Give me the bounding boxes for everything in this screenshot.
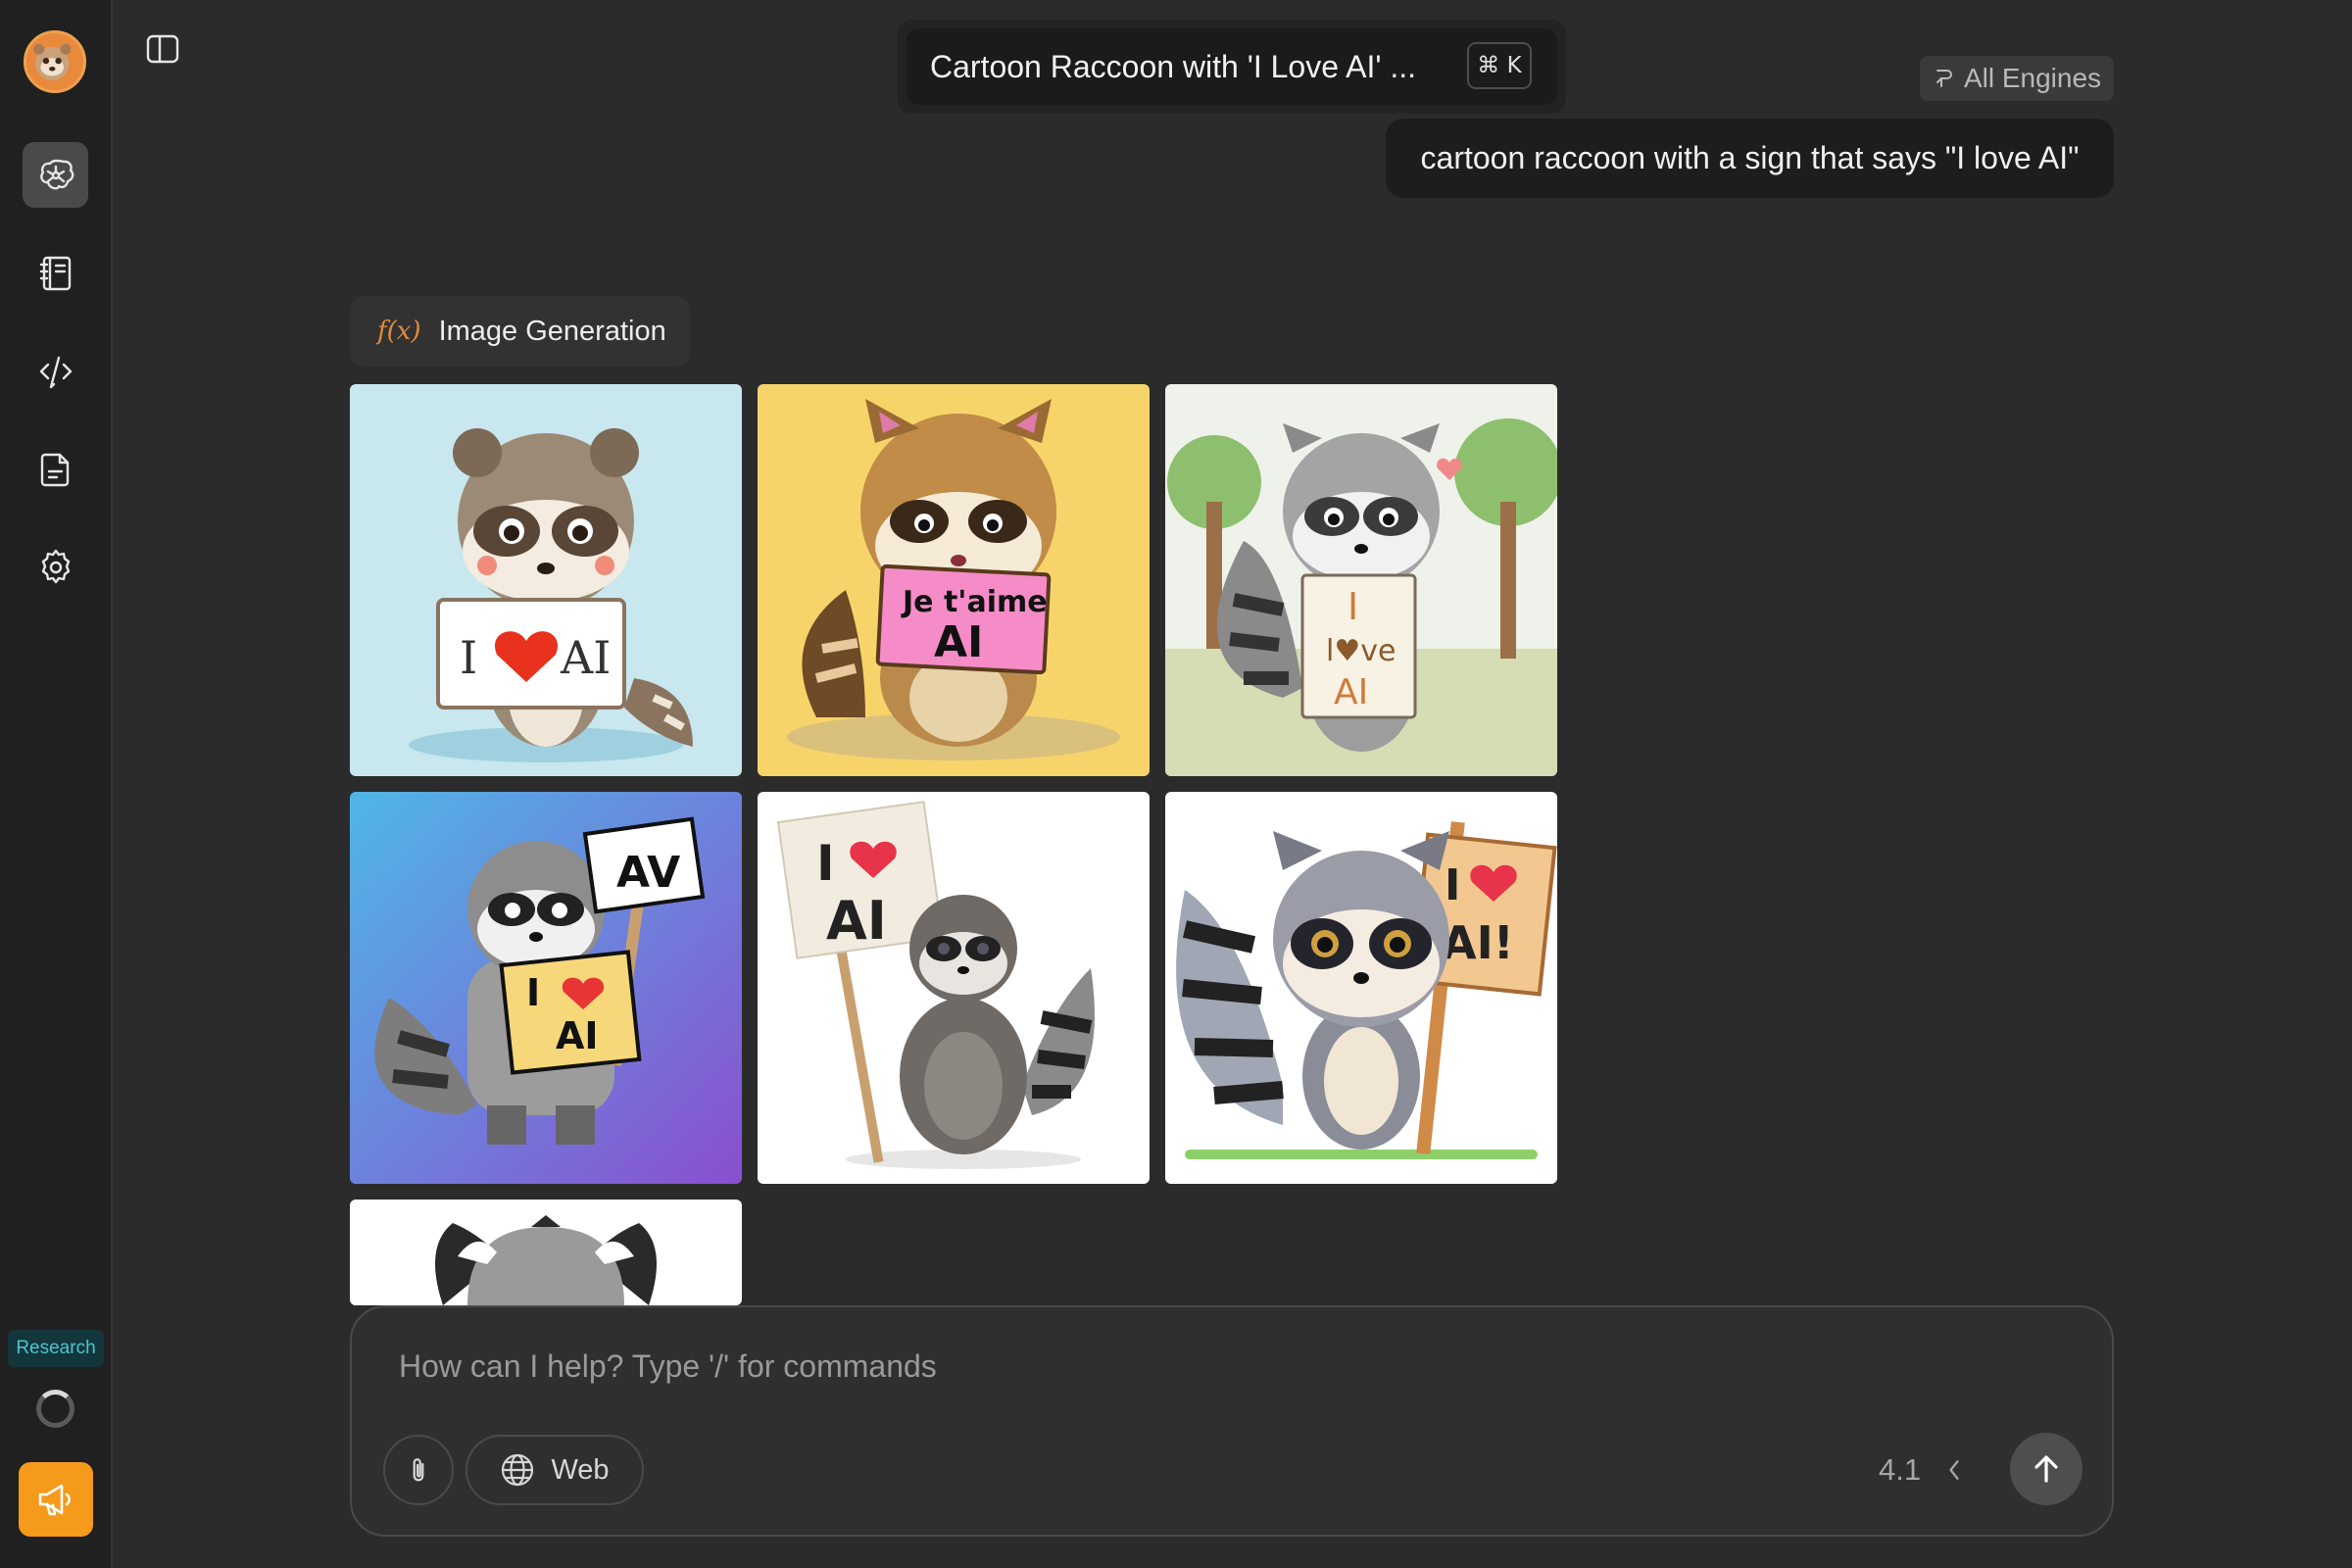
raccoon-image-icon: Je t'aime AI <box>758 384 1150 776</box>
document-icon <box>40 453 69 486</box>
nav-code[interactable] <box>23 338 88 404</box>
command-k-shortcut: ⌘ K <box>1467 42 1532 89</box>
svg-text:AV: AV <box>616 848 680 898</box>
sidebar: Research <box>0 0 113 1568</box>
globe-icon <box>502 1453 534 1487</box>
svg-text:AI: AI <box>560 631 611 684</box>
research-badge[interactable]: Research <box>8 1330 104 1367</box>
engine-icon <box>1936 70 1952 87</box>
generated-image-4[interactable]: AV I AI <box>350 792 742 1184</box>
megaphone-icon <box>38 1484 71 1516</box>
image-generation-chip[interactable]: f(x) Image Generation <box>350 296 690 367</box>
conversation-title-button[interactable]: Cartoon Raccoon with 'I Love AI' ... ⌘ K <box>906 28 1557 105</box>
nav-settings[interactable] <box>23 534 88 600</box>
tool-label: Image Generation <box>438 315 666 347</box>
svg-text:I: I <box>1348 585 1358 628</box>
svg-text:I: I <box>460 631 477 684</box>
svg-text:I: I <box>816 835 835 892</box>
generated-image-2[interactable]: Je t'aime AI <box>758 384 1150 776</box>
svg-text:AI: AI <box>1334 672 1368 712</box>
announcements-button[interactable] <box>19 1462 93 1537</box>
generated-image-6[interactable]: I AI! <box>1165 792 1557 1184</box>
svg-text:AI!: AI! <box>1442 916 1514 969</box>
sidebar-panel-icon <box>146 34 179 64</box>
toggle-sidebar-button[interactable] <box>144 32 181 66</box>
generated-image-5[interactable]: I AI <box>758 792 1150 1184</box>
raccoon-image-icon: AV I AI <box>350 792 742 1184</box>
loading-spinner-icon <box>36 1390 74 1428</box>
chevron-left-icon <box>1949 1460 1959 1480</box>
nav-notebook[interactable] <box>23 240 88 306</box>
notebook-icon <box>39 256 71 290</box>
svg-text:AI: AI <box>826 890 887 952</box>
svg-text:Je t'aime: Je t'aime <box>901 585 1048 619</box>
gear-icon <box>41 549 70 583</box>
raccoon-image-icon: I AI <box>350 384 742 776</box>
nav-assistant[interactable] <box>23 142 88 208</box>
engines-selector[interactable]: All Engines <box>1920 56 2114 101</box>
raccoon-image-icon <box>350 1200 742 1305</box>
generated-image-7[interactable] <box>350 1200 742 1305</box>
message-input[interactable] <box>399 1348 1575 1385</box>
raccoon-image-icon: I l♥ve AI <box>1165 384 1557 776</box>
web-label: Web <box>551 1453 610 1486</box>
raccoon-image-icon: I AI! <box>1165 792 1557 1184</box>
svg-text:I: I <box>1445 860 1460 910</box>
model-switch-button[interactable] <box>1939 1450 1969 1490</box>
send-button[interactable] <box>2010 1433 2082 1505</box>
svg-text:I: I <box>526 971 540 1014</box>
generated-image-3[interactable]: I l♥ve AI <box>1165 384 1557 776</box>
raccoon-image-icon: I AI <box>758 792 1150 1184</box>
conversation-title: Cartoon Raccoon with 'I Love AI' ... <box>930 48 1417 84</box>
nav-documents[interactable] <box>23 436 88 502</box>
code-pen-icon <box>39 356 72 388</box>
web-search-toggle[interactable]: Web <box>466 1435 644 1505</box>
paperclip-icon <box>413 1458 424 1482</box>
user-message: cartoon raccoon with a sign that says "I… <box>1386 119 2114 198</box>
raccoon-avatar-icon <box>26 33 78 86</box>
user-avatar[interactable] <box>24 30 86 93</box>
svg-text:AI: AI <box>934 617 983 667</box>
generated-image-1[interactable]: I AI <box>350 384 742 776</box>
attach-button[interactable] <box>383 1435 454 1505</box>
function-icon: f(x) <box>377 317 421 346</box>
svg-text:AI: AI <box>556 1014 599 1057</box>
engines-label: All Engines <box>1963 63 2102 93</box>
brain-network-icon <box>39 159 74 189</box>
message-composer: Web 4.1 <box>350 1305 2114 1537</box>
svg-text:l♥ve: l♥ve <box>1326 634 1396 668</box>
model-version[interactable]: 4.1 <box>1879 1452 1921 1488</box>
arrow-up-icon <box>2034 1455 2058 1483</box>
